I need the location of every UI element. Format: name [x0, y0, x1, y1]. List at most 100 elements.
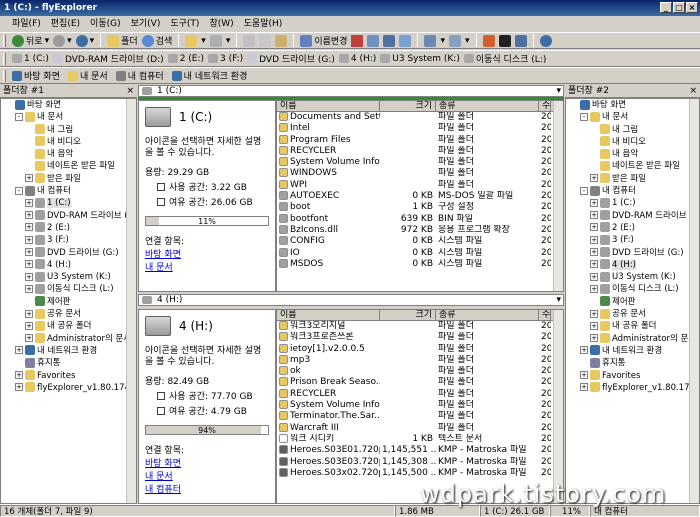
chevron-down-icon[interactable]: ▾	[556, 86, 561, 97]
tree-item[interactable]: +3 (F:)	[1, 234, 136, 246]
list-item[interactable]: Heroes.S03E01.720p...1,145,551 ...KMP - …	[277, 445, 563, 456]
tree-item[interactable]: 휴지통	[566, 357, 699, 369]
expand-icon[interactable]: +	[590, 235, 598, 244]
layout-icon[interactable]	[449, 34, 461, 47]
tree-item[interactable]: 바탕 화면	[566, 99, 699, 111]
tree-item[interactable]: + 내 네트워크 환경	[1, 345, 136, 357]
collapse-icon[interactable]: -	[580, 112, 588, 121]
tree-item[interactable]: +2 (E:)	[1, 222, 136, 234]
tree-item[interactable]: + Administrator의 문서	[566, 333, 699, 345]
properties-icon[interactable]	[383, 34, 396, 47]
menu-item[interactable]: 창(W)	[209, 16, 233, 32]
tree-item[interactable]: 네이트온 받은 파일	[566, 160, 699, 172]
folder-button[interactable]: 폴더	[107, 34, 138, 47]
tree-item[interactable]: 휴지통	[1, 357, 136, 369]
expand-icon[interactable]: +	[25, 309, 33, 318]
tree-item[interactable]: -내 문서	[1, 111, 136, 123]
places-button[interactable]: 내 컴퓨터	[115, 69, 164, 82]
column-type[interactable]: 종류	[436, 101, 539, 111]
list-item[interactable]: IO0 KB시스템 파일20	[277, 247, 563, 259]
close-button[interactable]: ×	[686, 2, 698, 13]
column-size[interactable]: 크기	[380, 310, 436, 320]
expand-icon[interactable]: +	[590, 321, 598, 330]
tree-item[interactable]: 내 음악	[566, 148, 699, 160]
tree-item[interactable]: 내 그림	[566, 124, 699, 136]
tree-item[interactable]: + DVD 드라이브 (G:)	[1, 247, 136, 259]
rename-button[interactable]: 이름변경	[300, 34, 347, 47]
list-item[interactable]: Program Files파일 폴더20	[277, 134, 563, 146]
tree-item[interactable]: + U3 System (K:)	[566, 271, 699, 283]
tree-item[interactable]: + DVD-RAM 드라이브 (D:	[566, 210, 699, 222]
delete-icon[interactable]	[351, 34, 364, 47]
expand-icon[interactable]: +	[590, 260, 598, 269]
expand-icon[interactable]: +	[580, 371, 588, 380]
column-type[interactable]: 종류	[436, 310, 539, 320]
menu-item[interactable]: 편집(E)	[51, 16, 80, 32]
expand-icon[interactable]: +	[590, 174, 598, 183]
menu-item[interactable]: 파일(F)	[12, 16, 41, 32]
tree-item[interactable]: 바탕 화면	[1, 99, 136, 111]
expand-icon[interactable]: +	[15, 371, 23, 380]
folder-move-icon[interactable]	[185, 34, 198, 47]
drive-button[interactable]: 이동식 디스크 (L:)	[463, 52, 546, 65]
scrollbar[interactable]	[689, 99, 699, 503]
related-link[interactable]: 내 컴퓨터	[145, 482, 269, 495]
address-bar[interactable]: 1 (C:) ▾	[138, 85, 564, 97]
scrollbar[interactable]	[553, 310, 563, 503]
related-link[interactable]: 바탕 화면	[145, 247, 269, 260]
list-item[interactable]: BzIcons.dll972 KB응용 프로그램 확장20	[277, 224, 563, 236]
drive-button[interactable]: U3 System (K:)	[380, 54, 460, 64]
list-item[interactable]: Intel파일 폴더20	[277, 123, 563, 134]
tree-item[interactable]: + 공유 문서	[566, 308, 699, 320]
drive-button[interactable]: DVD 드라이브 (G:)	[247, 52, 335, 65]
list-item[interactable]: RECYCLER파일 폴더20	[277, 145, 563, 157]
tree-item[interactable]: 제어판	[566, 296, 699, 308]
view-icon[interactable]	[424, 34, 437, 47]
tree-item[interactable]: -내 컴퓨터	[1, 185, 136, 197]
places-button[interactable]: 바탕 화면	[12, 69, 60, 82]
scrollbar[interactable]	[553, 101, 563, 291]
tree-item[interactable]: 내 비디오	[1, 136, 136, 148]
collapse-icon[interactable]: -	[15, 186, 23, 195]
list-item[interactable]: Prison Break Seaso...파일 폴더20	[277, 377, 563, 388]
menu-item[interactable]: 보기(V)	[131, 16, 161, 32]
tree-item[interactable]: + 이동식 디스크 (L:)	[566, 283, 699, 295]
list-item[interactable]: RECYCLER파일 폴더20	[277, 388, 563, 400]
expand-icon[interactable]: +	[25, 272, 33, 281]
tree-item[interactable]: + 공유 문서	[1, 308, 136, 320]
tree-item[interactable]: +1 (C:)	[1, 197, 136, 209]
list-item[interactable]: bootfont639 KBBIN 파일20	[277, 213, 563, 225]
paste-icon[interactable]	[275, 34, 288, 47]
list-item[interactable]: Heroes.S03x02.720p...1,145,500 ...KMP - …	[277, 467, 563, 479]
expand-icon[interactable]: +	[590, 198, 598, 207]
up-button[interactable]: ▾	[75, 34, 94, 47]
collapse-icon[interactable]: -	[15, 112, 23, 121]
favorites-icon[interactable]	[482, 34, 495, 47]
expand-icon[interactable]: +	[590, 272, 598, 281]
tree-item[interactable]: 내 그림	[1, 124, 136, 136]
tree-item[interactable]: + Administrator의 문서	[1, 333, 136, 345]
back-button[interactable]: 뒤로 ▾	[12, 34, 49, 47]
collapse-icon[interactable]: -	[580, 186, 588, 195]
expand-icon[interactable]: +	[25, 334, 33, 343]
menu-item[interactable]: 도구(T)	[170, 16, 199, 32]
list-item[interactable]: Documents and Sett...파일 폴더20	[277, 112, 563, 123]
related-link[interactable]: 내 문서	[145, 469, 269, 482]
expand-icon[interactable]: +	[25, 174, 33, 183]
expand-icon[interactable]: +	[25, 235, 33, 244]
related-link[interactable]: 바탕 화면	[145, 456, 269, 469]
drive-button[interactable]: 1 (C:)	[12, 54, 49, 64]
list-item[interactable]: 워크 시디키1 KB텍스트 문서20	[277, 433, 563, 445]
tree-item[interactable]: + U3 System (K:)	[1, 271, 136, 283]
column-extra[interactable]: 수	[539, 101, 551, 111]
tree-item[interactable]: + Favorites	[1, 370, 136, 382]
tree-item[interactable]: +4 (H:)	[1, 259, 136, 271]
close-icon[interactable]: ×	[689, 85, 697, 98]
list-item[interactable]: System Volume Info...파일 폴더20	[277, 400, 563, 411]
tree-item[interactable]: +4 (H:)	[566, 259, 699, 271]
column-name[interactable]: 이름	[277, 310, 380, 320]
drive-button[interactable]: 4 (H:)	[338, 54, 376, 64]
forward-button[interactable]: ▾	[53, 34, 72, 47]
list-item[interactable]: ietoy[1].v2.0.0.5파일 폴더20	[277, 343, 563, 355]
undo-icon[interactable]	[367, 34, 380, 47]
